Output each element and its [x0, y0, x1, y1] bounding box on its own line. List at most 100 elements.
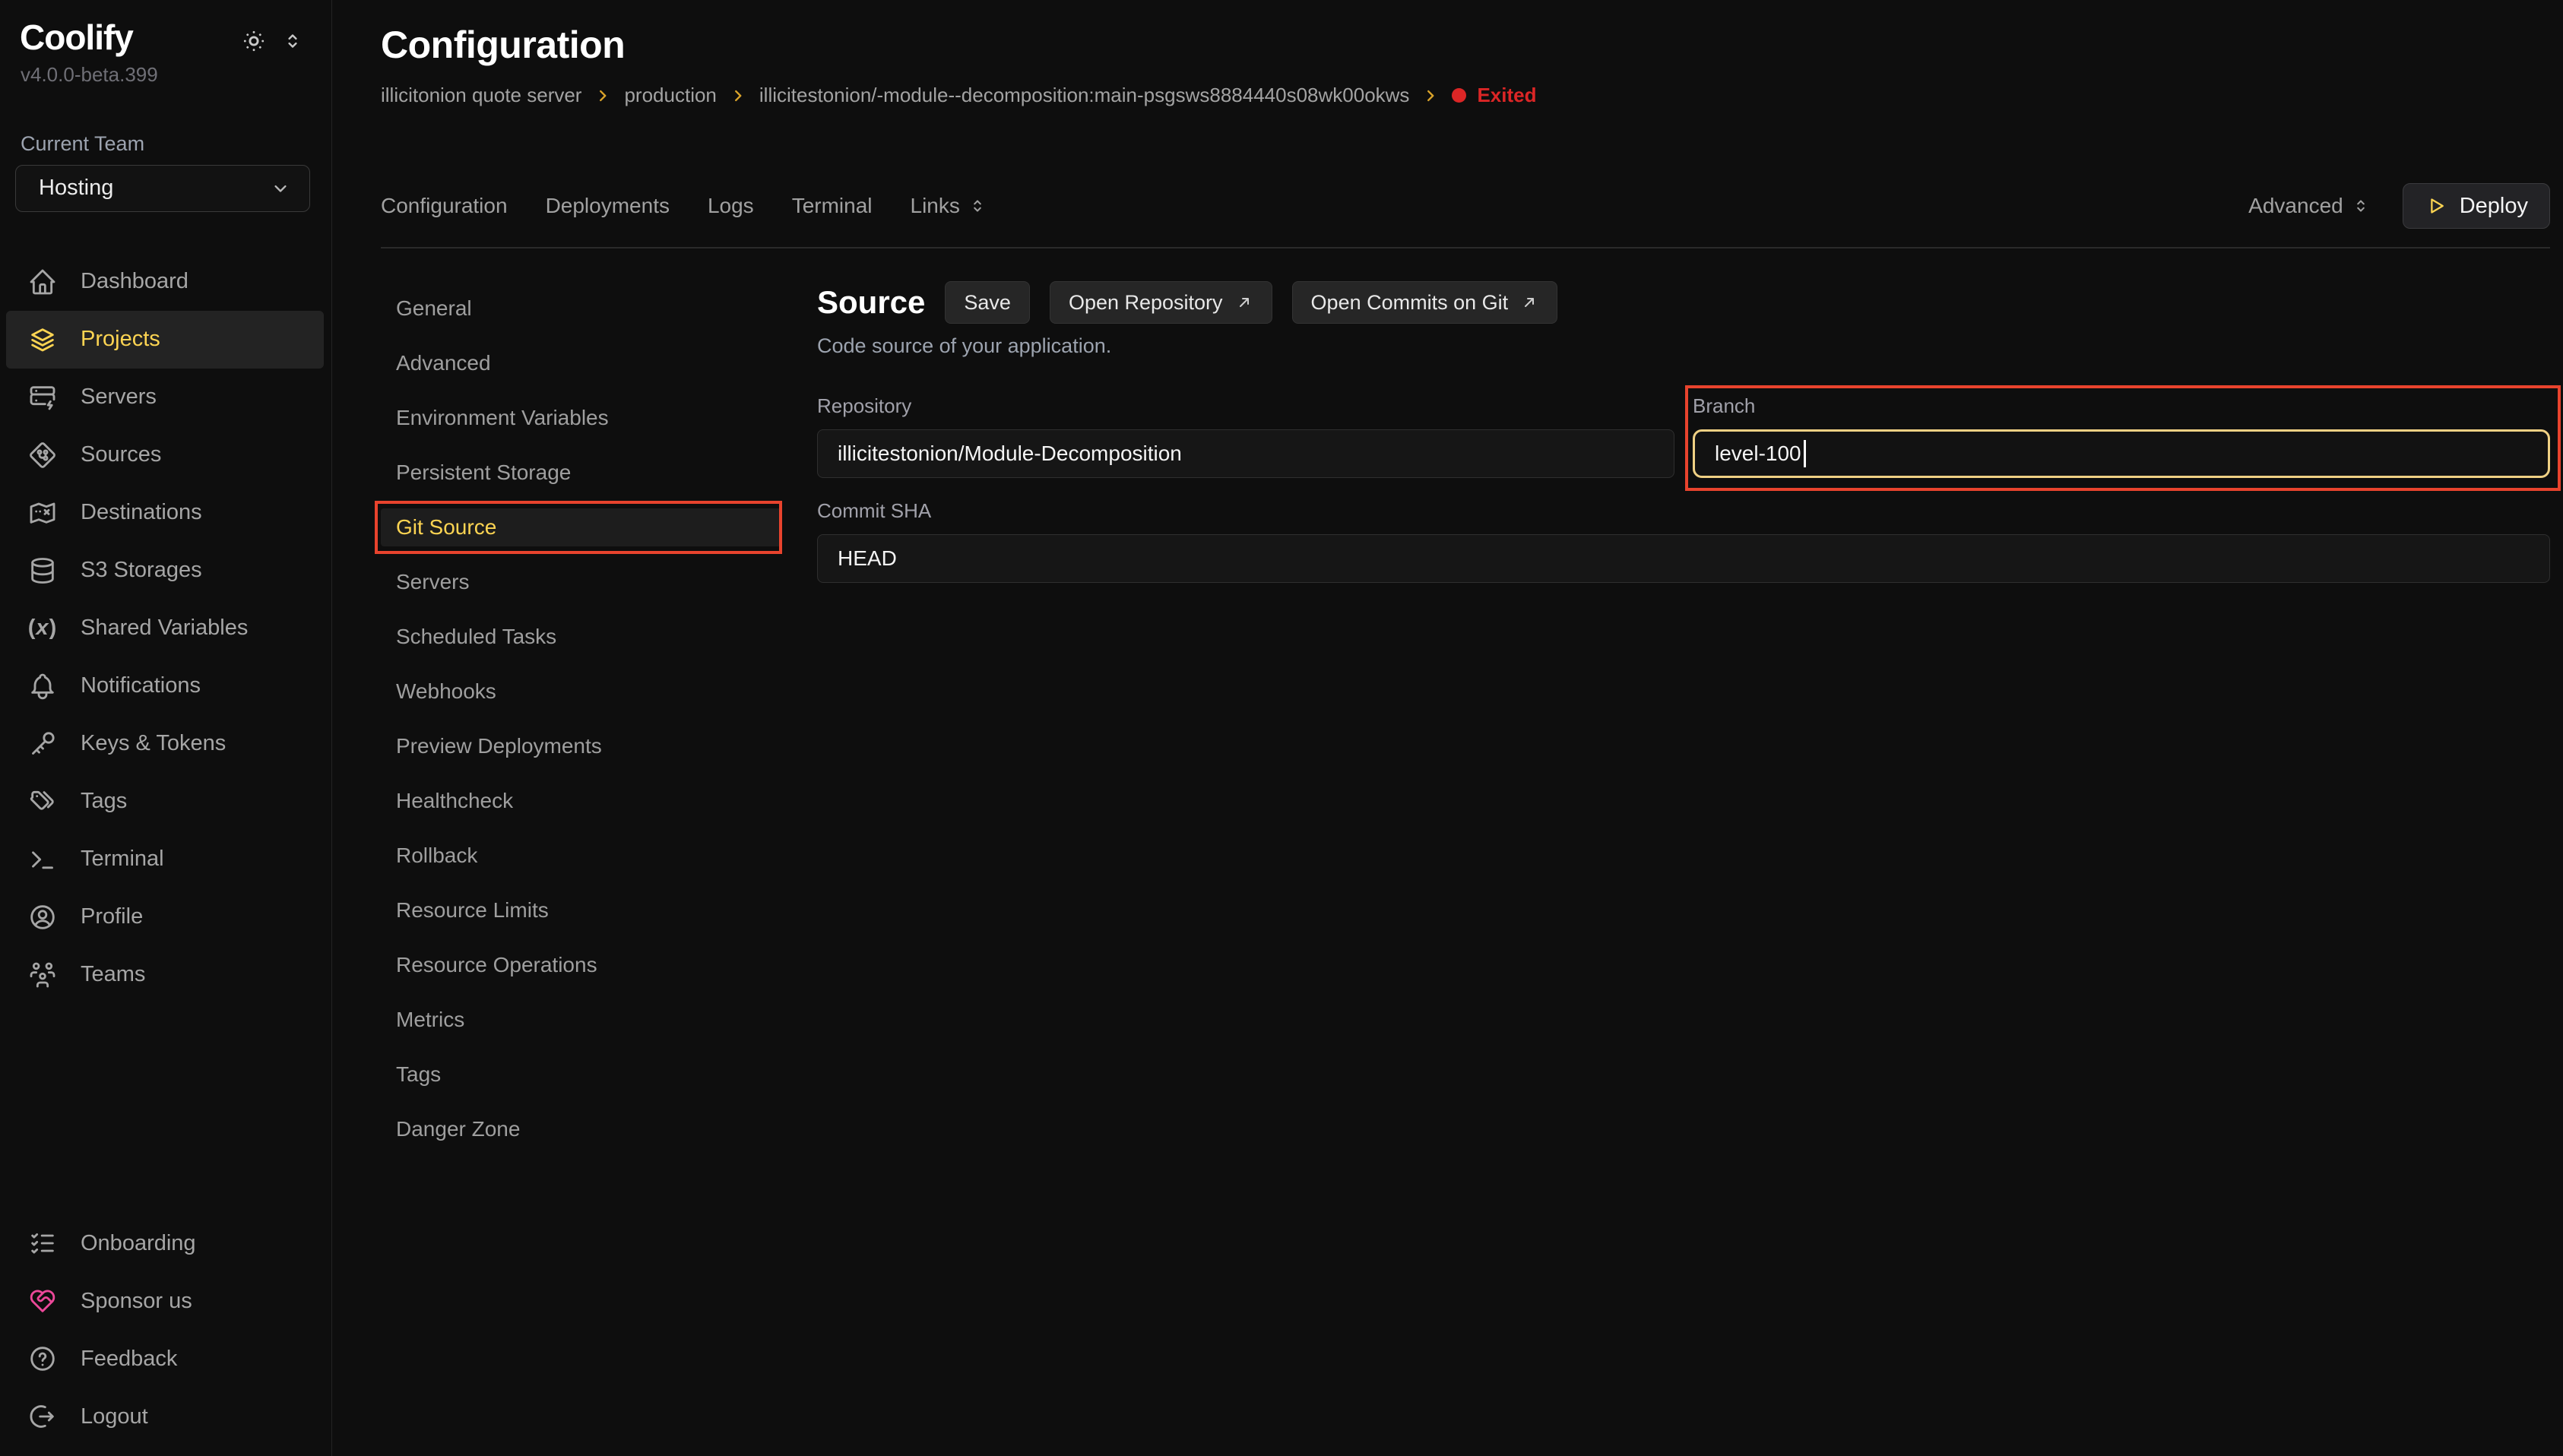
- divider: [381, 247, 2550, 248]
- deploy-label: Deploy: [2460, 194, 2528, 219]
- sidebar-item-shared-variables[interactable]: (x) Shared Variables: [6, 600, 324, 657]
- open-commits-button[interactable]: Open Commits on Git: [1292, 281, 1558, 324]
- play-icon: [2425, 195, 2447, 217]
- commit-sha-input[interactable]: HEAD: [817, 534, 2550, 583]
- sidebar-item-label: Keys & Tokens: [81, 731, 226, 756]
- tab-terminal[interactable]: Terminal: [792, 194, 873, 218]
- breadcrumb-environment[interactable]: production: [624, 84, 716, 107]
- sidebar-item-label: Notifications: [81, 673, 201, 698]
- status-text: Exited: [1477, 84, 1536, 107]
- database-icon: [27, 555, 58, 586]
- commit-sha-label: Commit SHA: [817, 499, 2550, 523]
- open-repository-button[interactable]: Open Repository: [1050, 281, 1272, 324]
- subnav-item-git-source[interactable]: Git Source: [381, 508, 781, 546]
- current-team-label: Current Team: [0, 132, 331, 156]
- advanced-dropdown[interactable]: Advanced: [2248, 194, 2371, 218]
- sidebar-item-label: Dashboard: [81, 269, 189, 294]
- external-link-icon: [1235, 293, 1253, 312]
- sidebar-item-servers[interactable]: Servers: [6, 369, 324, 426]
- tab-links-label: Links: [911, 194, 960, 218]
- subnav-item-servers[interactable]: Servers: [381, 555, 781, 609]
- users-group-icon: [27, 960, 58, 990]
- sidebar-item-notifications[interactable]: Notifications: [6, 657, 324, 715]
- sidebar-item-projects[interactable]: Projects: [6, 311, 324, 369]
- sidebar-item-dashboard[interactable]: Dashboard: [6, 253, 324, 311]
- subnav-item-tags[interactable]: Tags: [381, 1047, 781, 1102]
- breadcrumb: illicitonion quote server production ill…: [381, 84, 2563, 107]
- tab-deployments[interactable]: Deployments: [546, 194, 670, 218]
- sidebar-item-label: Logout: [81, 1404, 148, 1429]
- branch-field: Branch level-100: [1693, 394, 2550, 478]
- open-commits-label: Open Commits on Git: [1311, 291, 1509, 315]
- breadcrumb-resource[interactable]: illicitestonion/-module--decomposition:m…: [759, 84, 1410, 107]
- subnav-item-label: Git Source: [396, 515, 496, 540]
- theme-selector-icon[interactable]: [281, 30, 304, 52]
- sidebar-item-teams[interactable]: Teams: [6, 946, 324, 1004]
- tag-icon: [27, 787, 58, 817]
- subnav-item-environment-variables[interactable]: Environment Variables: [381, 391, 781, 445]
- tab-logs[interactable]: Logs: [708, 194, 754, 218]
- sidebar: Coolify v4.0.0-beta.399 Current Team Hos…: [0, 0, 332, 1456]
- subnav-item-rollback[interactable]: Rollback: [381, 828, 781, 883]
- config-subnav: General Advanced Environment Variables P…: [381, 281, 781, 1157]
- terminal-icon: [27, 844, 58, 875]
- tab-links[interactable]: Links: [911, 194, 987, 218]
- subnav-item-webhooks[interactable]: Webhooks: [381, 664, 781, 719]
- sidebar-item-label: S3 Storages: [81, 558, 202, 583]
- sidebar-item-tags[interactable]: Tags: [6, 773, 324, 831]
- subnav-item-preview-deployments[interactable]: Preview Deployments: [381, 719, 781, 774]
- save-button[interactable]: Save: [945, 281, 1030, 324]
- sidebar-item-keys-tokens[interactable]: Keys & Tokens: [6, 715, 324, 773]
- sidebar-footer: Onboarding Sponsor us Feedback: [0, 1214, 331, 1445]
- subnav-item-scheduled-tasks[interactable]: Scheduled Tasks: [381, 609, 781, 664]
- section-heading: Source: [817, 284, 925, 321]
- tab-configuration[interactable]: Configuration: [381, 194, 508, 218]
- sidebar-item-label: Destinations: [81, 500, 202, 525]
- source-heading-row: Source Save Open Repository Open Commits…: [817, 281, 2550, 324]
- bell-icon: [27, 671, 58, 701]
- subnav-item-healthcheck[interactable]: Healthcheck: [381, 774, 781, 828]
- team-select[interactable]: Hosting: [15, 165, 310, 212]
- branch-input[interactable]: level-100: [1693, 429, 2550, 478]
- sidebar-item-sponsor-us[interactable]: Sponsor us: [6, 1272, 324, 1330]
- subnav-item-persistent-storage[interactable]: Persistent Storage: [381, 445, 781, 500]
- sidebar-item-onboarding[interactable]: Onboarding: [6, 1214, 324, 1272]
- deploy-button[interactable]: Deploy: [2403, 183, 2550, 229]
- commit-sha-field: Commit SHA HEAD: [817, 499, 2550, 583]
- text-cursor: [1804, 440, 1806, 467]
- sidebar-item-feedback[interactable]: Feedback: [6, 1330, 324, 1388]
- breadcrumb-project[interactable]: illicitonion quote server: [381, 84, 581, 107]
- subnav-item-resource-operations[interactable]: Resource Operations: [381, 938, 781, 992]
- subnav-item-danger-zone[interactable]: Danger Zone: [381, 1102, 781, 1157]
- app-logo: Coolify: [20, 18, 133, 57]
- field-row-2: Commit SHA HEAD: [817, 499, 2550, 583]
- heart-hand-icon: [27, 1286, 58, 1316]
- sidebar-item-label: Projects: [81, 327, 160, 352]
- checklist-icon: [27, 1228, 58, 1258]
- git-source-form: Source Save Open Repository Open Commits…: [817, 281, 2550, 1157]
- sidebar-item-logout[interactable]: Logout: [6, 1388, 324, 1445]
- main-content: Configuration illicitonion quote server …: [332, 0, 2563, 1456]
- layers-icon: [27, 324, 58, 355]
- repository-label: Repository: [817, 394, 1674, 418]
- subnav-item-advanced[interactable]: Advanced: [381, 336, 781, 391]
- sidebar-item-s3-storages[interactable]: S3 Storages: [6, 542, 324, 600]
- sidebar-item-label: Sources: [81, 442, 161, 467]
- sun-icon[interactable]: [240, 27, 268, 55]
- theme-controls: [240, 27, 304, 55]
- subnav-item-general[interactable]: General: [381, 281, 781, 336]
- repository-value: illicitestonion/Module-Decomposition: [838, 442, 1182, 466]
- branch-label: Branch: [1693, 394, 2550, 418]
- sidebar-item-terminal[interactable]: Terminal: [6, 831, 324, 888]
- sidebar-item-destinations[interactable]: Destinations: [6, 484, 324, 542]
- selector-icon: [968, 196, 987, 216]
- sidebar-item-profile[interactable]: Profile: [6, 888, 324, 946]
- sidebar-item-sources[interactable]: Sources: [6, 426, 324, 484]
- repository-input[interactable]: illicitestonion/Module-Decomposition: [817, 429, 1674, 478]
- repository-field: Repository illicitestonion/Module-Decomp…: [817, 394, 1674, 478]
- sidebar-item-label: Tags: [81, 789, 127, 814]
- logo-row: Coolify: [0, 0, 331, 57]
- subnav-item-resource-limits[interactable]: Resource Limits: [381, 883, 781, 938]
- chevron-down-icon: [270, 178, 291, 199]
- subnav-item-metrics[interactable]: Metrics: [381, 992, 781, 1047]
